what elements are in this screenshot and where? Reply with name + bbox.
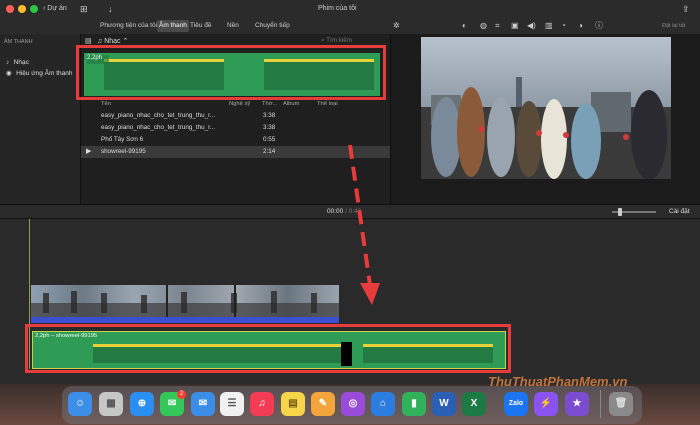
dock: ☺ ▦ ⊕ ✉ 2 ✉ ☰ ♫ ▤ ✎ ◎ ⌂ ▮ W X Zalo ⚡ ★ 🗑…	[0, 374, 700, 425]
audio-preview-waveform[interactable]: 2,2ph	[84, 53, 380, 96]
toolbar: Phương tiện của tôi Âm thanh Tiêu đề Nền…	[0, 18, 700, 35]
music-icon[interactable]: ♫	[250, 392, 274, 416]
source-label: Nhạc	[104, 38, 121, 45]
excel-icon[interactable]: X	[462, 392, 486, 416]
noise-reduction-icon[interactable]: ▥	[545, 18, 553, 34]
trash-icon[interactable]: 🗑	[609, 392, 633, 416]
waveform-graphic	[84, 53, 380, 96]
track-name: easy_piano_nhac_cho_tet_trung_thu_r...	[101, 112, 216, 119]
sidebar-item-label: Hiệu ứng Âm thanh	[16, 70, 73, 77]
import-icon[interactable]: ↓	[108, 0, 113, 18]
magic-wand-icon[interactable]: ✲	[393, 18, 400, 34]
messenger-icon[interactable]: ⚡	[534, 392, 558, 416]
video-preview[interactable]	[421, 37, 671, 179]
zalo-label: Zalo	[508, 400, 524, 407]
watermark: ThuThuatPhanMem.vn	[488, 374, 628, 389]
keynote-icon[interactable]: ⌂	[371, 392, 395, 416]
finder-icon[interactable]: ☺	[68, 392, 92, 416]
audio-preview-highlight: 2,2ph	[76, 45, 386, 100]
back-label: Dự án	[47, 5, 67, 12]
reset-all-button[interactable]: Đặt lại tất	[662, 18, 685, 34]
color-balance-icon[interactable]: ◐	[462, 18, 467, 34]
safari-icon[interactable]: ⊕	[130, 392, 154, 416]
imovie-icon[interactable]: ★	[565, 392, 589, 416]
source-selector[interactable]: ♫ Nhạc ⌃	[97, 37, 128, 45]
timeline: 00:00 / 0:46 Cài đặt 2,2ph – showreel-99…	[0, 145, 700, 385]
messages-badge: 2	[177, 390, 186, 399]
crop-icon[interactable]: ⌗	[495, 18, 500, 34]
zoom-slider[interactable]	[612, 208, 656, 216]
tab-backgrounds[interactable]: Nền	[227, 18, 239, 34]
track-name: showreel-99195	[101, 148, 146, 155]
dock-separator	[600, 390, 601, 418]
podcasts-icon[interactable]: ◎	[341, 392, 365, 416]
audio-clip-label: 2,2ph – showreel-99195	[35, 333, 98, 339]
sidebar-item-sound-effects[interactable]: ◉ Hiệu ứng Âm thanh	[6, 62, 73, 80]
viewer	[390, 34, 700, 204]
search-placeholder: Tìm kiếm	[326, 37, 353, 44]
filter-icon[interactable]: ◑	[578, 18, 583, 34]
track-name: Phố Tây Sơn 6	[101, 136, 144, 143]
reminders-icon[interactable]: ☰	[220, 392, 244, 416]
close-window-button[interactable]	[6, 5, 14, 13]
info-icon[interactable]: ⓘ	[595, 18, 603, 34]
track-duration: 3:38	[263, 124, 276, 131]
column-genre[interactable]: Thể loại	[317, 101, 338, 107]
column-album[interactable]: Album	[283, 101, 299, 107]
back-button[interactable]: ‹ Dự án	[43, 0, 67, 18]
mail-icon[interactable]: ✉	[191, 392, 215, 416]
zoom-window-button[interactable]	[30, 5, 38, 13]
column-time[interactable]: Thờ...	[262, 101, 277, 107]
window-title: Phim của tôi	[318, 5, 357, 12]
audio-clip[interactable]: 2,2ph – showreel-99195	[32, 331, 506, 369]
track-duration: 0:55	[263, 136, 276, 143]
column-name[interactable]: Tên	[101, 101, 111, 107]
search-field[interactable]: ⌕ Tìm kiếm	[321, 37, 352, 45]
pages-icon[interactable]: ✎	[311, 392, 335, 416]
track-name: easy_piano_nhac_cho_tet_trung_thu_r...	[101, 124, 216, 131]
track-duration: 2:14	[263, 148, 276, 155]
volume-icon[interactable]: ◀)	[527, 18, 536, 34]
column-artist[interactable]: Nghệ sỹ	[229, 101, 250, 107]
settings-button[interactable]: Cài đặt	[669, 208, 690, 215]
tab-transitions[interactable]: Chuyển tiếp	[255, 18, 290, 34]
video-frame-graphic	[421, 77, 671, 179]
speed-icon[interactable]: ◔	[561, 18, 566, 34]
track-duration: 3:38	[263, 112, 276, 119]
word-icon[interactable]: W	[432, 392, 456, 416]
preview-duration: 2,2ph	[87, 55, 103, 61]
layout-icon[interactable]: ⊞	[80, 0, 88, 18]
video-thumbnails	[31, 285, 339, 317]
share-icon[interactable]: ⇪	[682, 0, 690, 18]
thumbnail-graphic	[31, 285, 339, 317]
title-bar: ‹ Dự án ⊞ ↓ Phim của tôi ⇪	[0, 0, 700, 18]
tab-audio[interactable]: Âm thanh	[157, 20, 189, 32]
audio-waveform	[93, 342, 493, 366]
minimize-window-button[interactable]	[18, 5, 26, 13]
zoom-slider-knob[interactable]	[618, 208, 622, 216]
launchpad-icon[interactable]: ▦	[99, 392, 123, 416]
sidebar: ÂM THANH ♪ Nhạc ◉ Hiệu ứng Âm thanh	[0, 34, 80, 204]
notes-icon[interactable]: ▤	[281, 392, 305, 416]
stabilization-icon[interactable]: ▣	[511, 18, 519, 34]
sidebar-section-title: ÂM THANH	[4, 39, 33, 45]
annotation-arrow	[348, 145, 380, 305]
tab-titles[interactable]: Tiêu đề	[190, 18, 211, 34]
sound-effects-icon: ◉	[6, 70, 12, 77]
play-icon[interactable]: ▶	[86, 147, 91, 155]
video-clip[interactable]	[31, 285, 339, 323]
zalo-icon[interactable]: Zalo	[504, 392, 528, 416]
numbers-icon[interactable]: ▮	[402, 392, 426, 416]
sidebar-toggle-icon[interactable]: ▤	[85, 37, 92, 45]
color-correction-icon[interactable]: ◍	[480, 18, 487, 34]
audio-clip-highlight: 2,2ph – showreel-99195	[25, 324, 511, 373]
list-item[interactable]: easy_piano_nhac_cho_tet_trung_thu_r... 3…	[81, 123, 391, 134]
tab-my-media[interactable]: Phương tiện của tôi	[100, 18, 157, 34]
list-item[interactable]: easy_piano_nhac_cho_tet_trung_thu_r... 3…	[81, 111, 391, 122]
